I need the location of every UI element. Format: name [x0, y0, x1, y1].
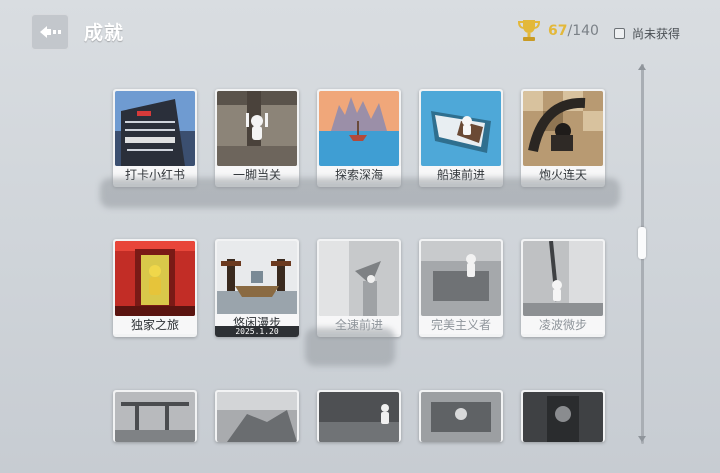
achievement-image	[115, 91, 195, 166]
back-button[interactable]	[31, 14, 69, 50]
achievement-label: 独家之旅	[113, 316, 197, 334]
achievement-card[interactable]: 探索深海	[317, 89, 401, 187]
achievement-card[interactable]: 打卡小红书	[113, 89, 197, 187]
earned-date: 2025.1.20	[215, 326, 299, 337]
achievement-image	[421, 91, 501, 166]
achievement-card[interactable]	[317, 390, 401, 442]
achievement-image	[217, 241, 297, 316]
blurred-region	[100, 178, 620, 208]
achievement-image	[523, 91, 603, 166]
achievement-image	[115, 392, 195, 442]
page-title: 成就	[84, 22, 125, 44]
achievement-card[interactable]: 凌波微步	[521, 239, 605, 337]
total-count: /140	[567, 23, 599, 39]
achievement-image	[319, 241, 399, 316]
achievement-image	[319, 91, 399, 166]
scroll-up-arrow-icon[interactable]	[638, 64, 646, 70]
scroll-down-arrow-icon[interactable]	[638, 436, 646, 442]
achievement-card[interactable]	[521, 390, 605, 442]
back-arrow-icon	[40, 26, 61, 38]
achievement-count: 67/140	[548, 23, 599, 39]
achievement-label: 凌波微步	[521, 316, 605, 334]
trophy-icon	[517, 20, 541, 41]
achievement-card[interactable]: 炮火连天	[521, 89, 605, 187]
achievement-image	[523, 392, 603, 442]
achievement-card[interactable]	[419, 390, 503, 442]
achievement-card[interactable]: 一脚当关	[215, 89, 299, 187]
achievement-image	[115, 241, 195, 316]
achievement-label: 完美主义者	[419, 316, 503, 334]
earned-count: 67	[548, 23, 568, 39]
unearned-filter[interactable]: 尚未获得	[614, 25, 680, 42]
achievement-card[interactable]: 悠闲漫步 2025.1.20	[215, 239, 299, 337]
blurred-region	[305, 328, 395, 366]
achievement-image	[421, 241, 501, 316]
achievement-image	[217, 392, 297, 442]
achievement-card[interactable]: 船速前进	[419, 89, 503, 187]
achievement-image	[217, 91, 297, 166]
achievement-card[interactable]: 全速前进	[317, 239, 401, 337]
checkbox-icon[interactable]	[614, 28, 625, 39]
achievement-image	[523, 241, 603, 316]
scrollbar-thumb[interactable]	[638, 227, 646, 259]
achievement-image	[421, 392, 501, 442]
achievement-card[interactable]: 完美主义者	[419, 239, 503, 337]
achievement-card[interactable]	[113, 390, 197, 442]
achievement-card[interactable]	[215, 390, 299, 442]
achievement-image	[319, 392, 399, 442]
filter-label: 尚未获得	[632, 27, 681, 41]
achievement-card[interactable]: 独家之旅	[113, 239, 197, 337]
